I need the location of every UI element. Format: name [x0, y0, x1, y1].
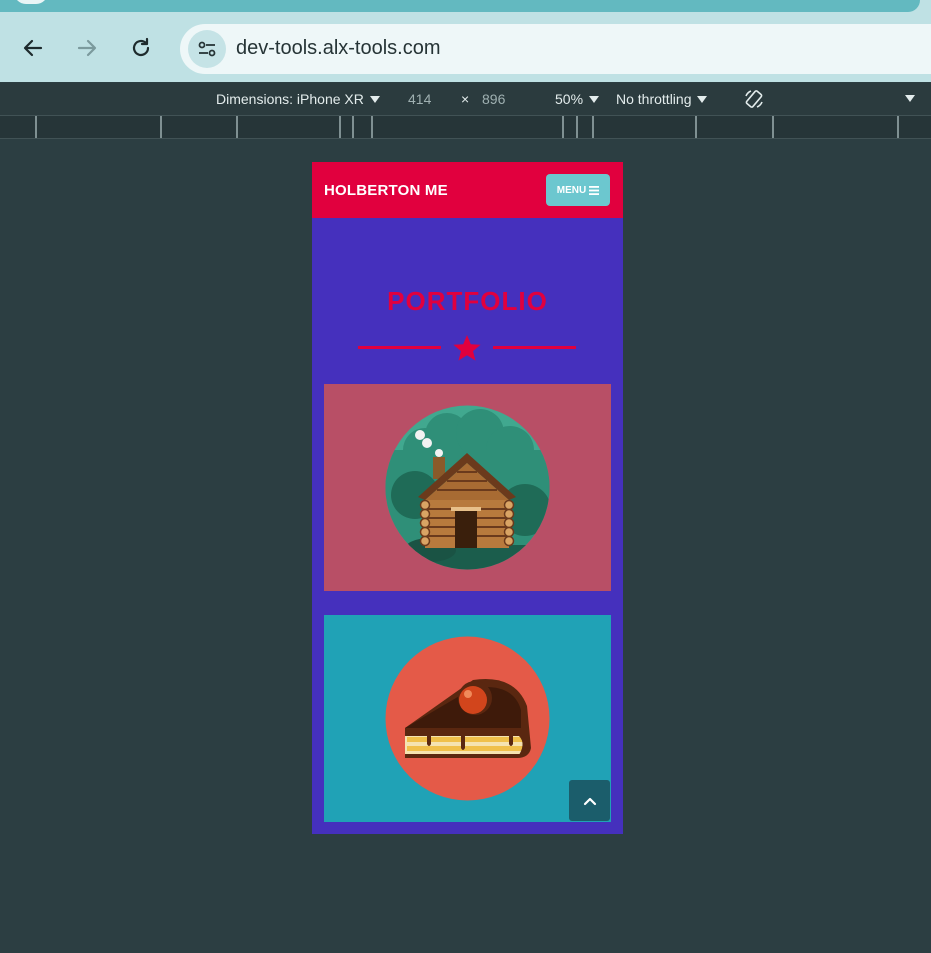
ruler-tick [576, 116, 578, 138]
device-toolbar: Dimensions: iPhone XR 414 × 896 50% No t… [0, 83, 931, 115]
ruler-tick [35, 116, 37, 138]
star-icon [453, 335, 481, 361]
rotate-button[interactable] [743, 88, 765, 110]
dimension-separator: × [461, 91, 470, 107]
menu-label: MENU [556, 184, 587, 196]
brand-logo-text[interactable]: HOLBERTON ME [324, 182, 448, 199]
active-tab[interactable] [0, 0, 920, 12]
ruler-tick [371, 116, 373, 138]
height-input[interactable]: 896 [482, 91, 505, 107]
dropdown-caret-icon [697, 95, 708, 103]
throttling-label: No throttling [616, 91, 692, 107]
ruler-tick [772, 116, 774, 138]
cabin-illustration [385, 405, 550, 570]
more-options-button[interactable] [905, 95, 915, 102]
device-viewport: HOLBERTON ME MENU PORTFOLIO [312, 162, 623, 834]
ruler-tick [236, 116, 238, 138]
url-text[interactable]: dev-tools.alx-tools.com [236, 37, 441, 60]
site-info-button[interactable] [188, 30, 226, 68]
arrow-left-icon [23, 39, 43, 57]
ruler-tick [352, 116, 354, 138]
throttling-select[interactable]: No throttling [616, 91, 708, 107]
zoom-select[interactable]: 50% [555, 91, 600, 107]
reload-button[interactable] [124, 31, 158, 65]
ruler-tick [592, 116, 594, 138]
zoom-label: 50% [555, 91, 584, 107]
forward-button[interactable] [70, 31, 104, 65]
rotate-icon [745, 90, 763, 108]
hamburger-icon [589, 185, 600, 195]
tab-strip [0, 0, 931, 14]
arrow-right-icon [77, 39, 97, 57]
site-header: HOLBERTON ME MENU [312, 162, 623, 218]
divider-line-left [358, 346, 441, 349]
cake-illustration [385, 636, 550, 801]
device-select[interactable]: Dimensions: iPhone XR [216, 91, 380, 107]
title-divider [358, 334, 576, 364]
back-to-top-button[interactable] [569, 780, 610, 821]
ruler-tick [562, 116, 564, 138]
ruler-tick [339, 116, 341, 138]
device-dimensions-label: Dimensions: iPhone XR [216, 91, 364, 107]
chevron-up-icon [583, 797, 596, 805]
portfolio-title: PORTFOLIO [387, 286, 548, 316]
tune-icon [198, 41, 216, 57]
divider-line-right [493, 346, 576, 349]
dropdown-caret-icon [905, 95, 915, 102]
media-query-ruler[interactable] [0, 115, 931, 139]
ruler-tick [160, 116, 162, 138]
ruler-tick [695, 116, 697, 138]
address-bar[interactable]: dev-tools.alx-tools.com [180, 24, 931, 74]
portfolio-item-cabin[interactable] [324, 384, 611, 591]
width-input[interactable]: 414 [408, 91, 431, 107]
portfolio-item-cake[interactable] [324, 615, 611, 822]
dropdown-caret-icon [589, 95, 600, 103]
reload-icon [132, 37, 150, 57]
browser-toolbar: dev-tools.alx-tools.com [0, 14, 931, 82]
menu-button[interactable]: MENU [546, 174, 610, 206]
back-button[interactable] [16, 31, 50, 65]
ruler-tick [897, 116, 899, 138]
dropdown-caret-icon [369, 95, 380, 103]
